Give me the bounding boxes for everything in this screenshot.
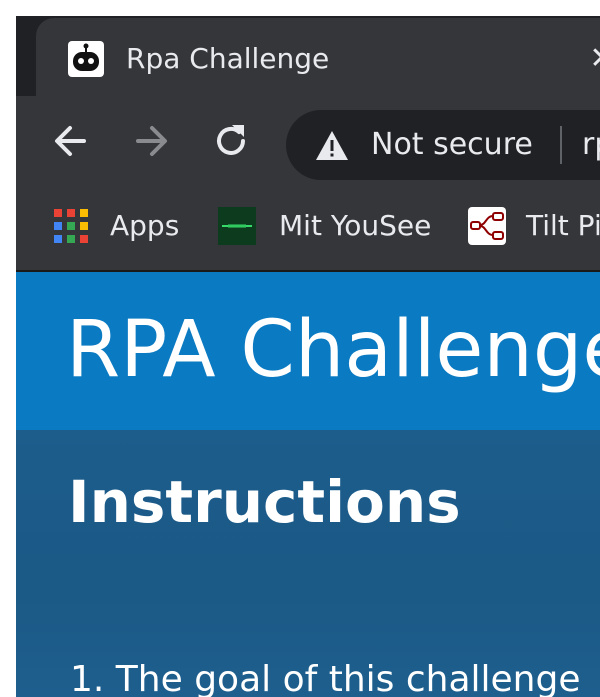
browser-window: Rpa Challenge ✕ Not secure rp — [16, 16, 600, 697]
yousee-icon — [218, 207, 256, 245]
security-status-label[interactable]: Not secure — [371, 125, 533, 165]
arrow-right-icon[interactable] — [128, 118, 174, 164]
reload-icon[interactable] — [208, 118, 254, 164]
node-red-icon — [468, 207, 506, 245]
url-text[interactable]: rp — [582, 125, 600, 165]
instruction-item: 1. The goal of this challenge — [70, 659, 581, 697]
address-divider — [560, 126, 562, 164]
arrow-left-icon[interactable] — [48, 118, 94, 164]
bookmark-label: Tilt Pi — [526, 209, 600, 242]
tab-title: Rpa Challenge — [126, 42, 330, 75]
page-header: RPA Challenge — [16, 272, 600, 430]
bookmark-label: Apps — [110, 209, 180, 242]
bookmarks-bar: Apps Mit YouSee Tilt Pi — [16, 186, 600, 272]
page-content: RPA Challenge Instructions 1. The goal o… — [16, 272, 600, 697]
tab-rpa-challenge[interactable]: Rpa Challenge ✕ — [36, 18, 600, 96]
apps-grid-icon — [54, 209, 88, 243]
close-icon[interactable]: ✕ — [584, 40, 600, 78]
bookmark-label: Mit YouSee — [279, 209, 432, 242]
page-title: RPA Challenge — [66, 305, 600, 395]
browser-toolbar: Not secure rp — [16, 96, 600, 186]
instructions-panel: Instructions 1. The goal of this challen… — [16, 430, 600, 697]
tab-strip: Rpa Challenge ✕ — [16, 16, 600, 96]
warning-icon[interactable] — [314, 128, 350, 164]
robot-icon — [68, 41, 104, 77]
address-bar[interactable]: Not secure rp — [286, 110, 600, 180]
instructions-heading: Instructions — [68, 468, 461, 536]
